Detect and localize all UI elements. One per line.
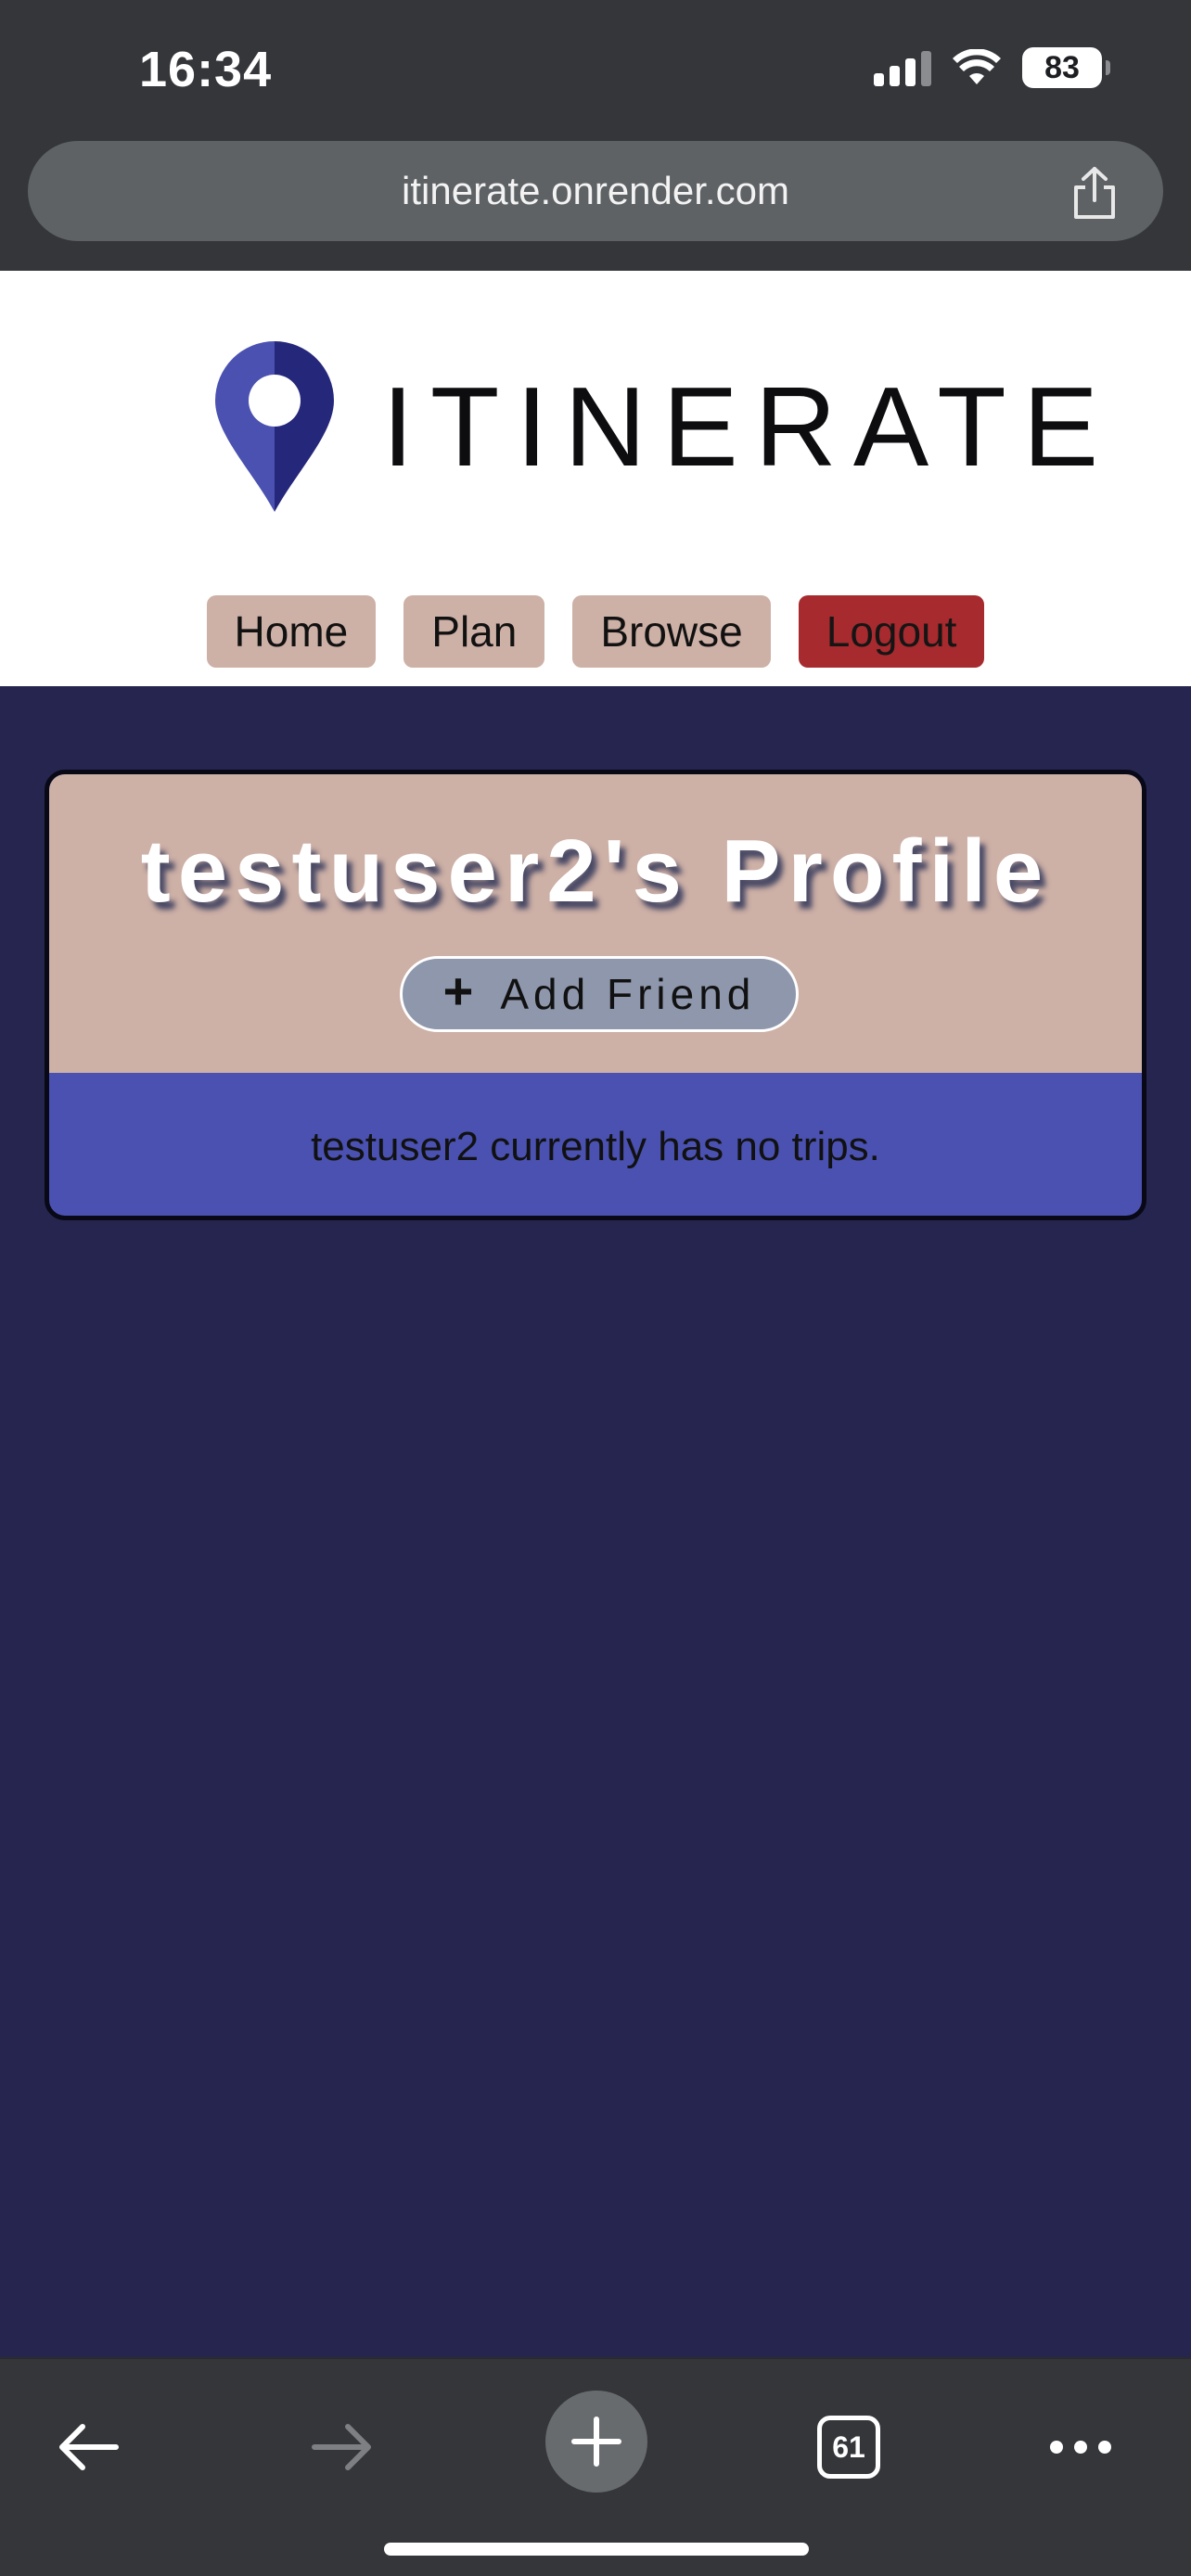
forward-button[interactable] [291,2396,393,2498]
cellular-signal-icon [874,49,931,86]
battery-level: 83 [1044,49,1080,85]
empty-trips-message: testuser2 currently has no trips. [311,1124,880,1169]
browser-top-bar: 16:34 83 itinerate.onrender.com [0,0,1191,271]
map-pin-icon [215,341,334,512]
profile-header: testuser2's Profile + Add Friend [49,774,1142,1073]
back-arrow-icon [59,2424,119,2470]
new-tab-button[interactable] [545,2391,647,2493]
status-icons: 83 [874,45,1110,91]
site-header: ITINERATE Home Plan Browse Logout [0,271,1191,686]
share-icon[interactable] [1069,165,1121,221]
forward-arrow-icon [312,2424,371,2470]
more-button[interactable] [1030,2396,1132,2498]
url-bar[interactable]: itinerate.onrender.com [28,141,1163,241]
more-icon [1050,2441,1111,2454]
nav-browse-button[interactable]: Browse [572,595,771,668]
back-button[interactable] [37,2396,139,2498]
profile-card: testuser2's Profile + Add Friend testuse… [45,770,1146,1220]
battery-icon: 83 [1022,47,1110,88]
home-indicator [384,2543,809,2556]
wifi-icon [953,49,1001,84]
nav-home-button[interactable]: Home [206,595,377,668]
url-text[interactable]: itinerate.onrender.com [28,169,1163,213]
trips-section: testuser2 currently has no trips. [49,1073,1142,1216]
plus-icon: + [442,962,479,1020]
plus-icon [571,2417,621,2467]
add-friend-label: Add Friend [500,970,756,1018]
site-logo[interactable]: ITINERATE [215,341,1115,512]
profile-title: testuser2's Profile [140,822,1051,921]
status-time: 16:34 [139,42,273,97]
tabs-button[interactable]: 61 [798,2396,900,2498]
main-nav: Home Plan Browse Logout [0,595,1191,668]
nav-plan-button[interactable]: Plan [403,595,545,668]
nav-logout-button[interactable]: Logout [798,595,985,668]
tabs-icon: 61 [817,2416,880,2479]
logo-text: ITINERATE [382,363,1116,490]
add-friend-button[interactable]: + Add Friend [400,956,799,1032]
